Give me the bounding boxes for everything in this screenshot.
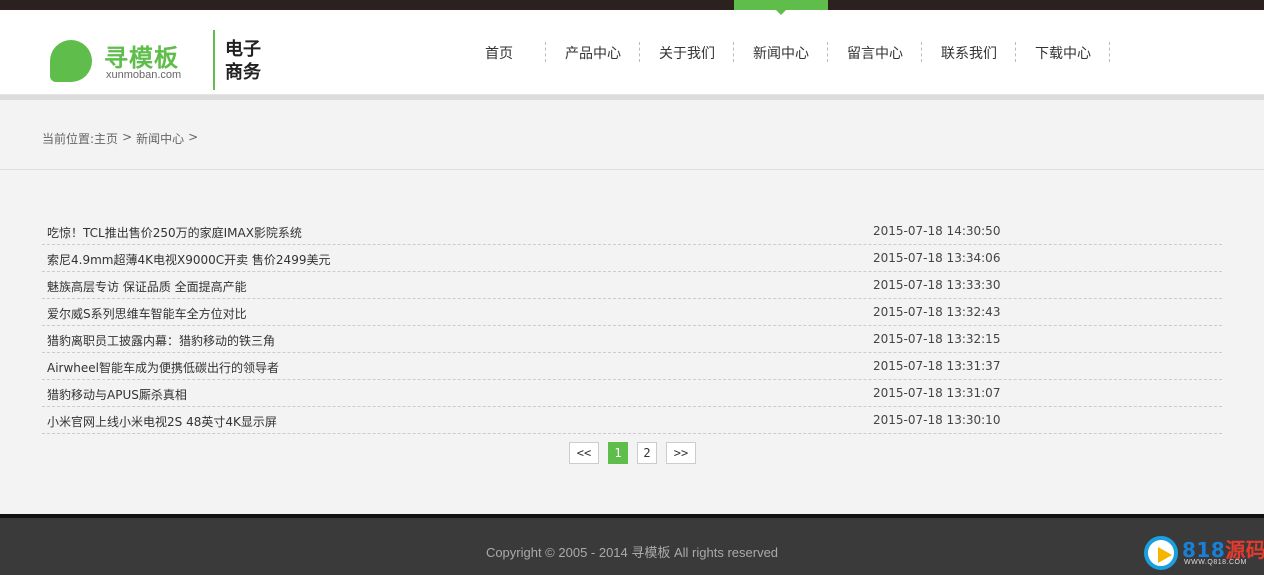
- breadcrumb: 当前位置:主页 > 新闻中心 >: [42, 130, 198, 147]
- page-1-button[interactable]: 1: [608, 442, 628, 464]
- site-logo[interactable]: 寻模板 xunmoban.com: [50, 38, 220, 86]
- list-item: 索尼4.9mm超薄4K电视X9000C开卖 售价2499美元 2015-07-18…: [42, 245, 1222, 272]
- next-page-button[interactable]: >>: [666, 442, 696, 464]
- main-nav: 首页 产品中心 关于我们 新闻中心 留言中心 联系我们 下载中心: [452, 0, 1110, 95]
- news-date: 2015-07-18 13:32:43: [873, 305, 1001, 319]
- nav-item-about[interactable]: 关于我们: [640, 10, 734, 95]
- list-item: 猎豹移动与APUS厮杀真相 2015-07-18 13:31:07: [42, 380, 1222, 407]
- list-item: 猎豹离职员工披露内幕：猎豹移动的铁三角 2015-07-18 13:32:15: [42, 326, 1222, 353]
- pagination: << 1 2 >>: [569, 442, 696, 464]
- news-title-link[interactable]: 猎豹移动与APUS厮杀真相: [47, 386, 187, 403]
- prev-page-button[interactable]: <<: [569, 442, 599, 464]
- news-date: 2015-07-18 13:34:06: [873, 251, 1001, 265]
- nav-item-downloads[interactable]: 下载中心: [1016, 10, 1110, 95]
- copyright-text: Copyright © 2005 - 2014 寻模板 All rights r…: [485, 545, 779, 560]
- news-title-link[interactable]: 小米官网上线小米电视2S 48英寸4K显示屏: [47, 413, 277, 430]
- nav-item-news[interactable]: 新闻中心: [734, 0, 828, 95]
- nav-item-home[interactable]: 首页: [452, 10, 546, 95]
- list-item: 魅族高层专访 保证品质 全面提高产能 2015-07-18 13:33:30: [42, 272, 1222, 299]
- watermark-logo: 818源码 WWW.Q818.COM: [1144, 536, 1264, 572]
- logo-domain: xunmoban.com: [106, 69, 182, 81]
- top-bar: [0, 0, 1264, 10]
- breadcrumb-current-link[interactable]: 新闻中心: [136, 130, 184, 147]
- news-date: 2015-07-18 13:32:15: [873, 332, 1001, 346]
- list-item: 小米官网上线小米电视2S 48英寸4K显示屏 2015-07-18 13:30:1…: [42, 407, 1222, 434]
- breadcrumb-prefix-text: 当前位置:: [42, 132, 95, 146]
- breadcrumb-home-link[interactable]: 主页: [94, 132, 118, 146]
- list-item: 爱尔威S系列思维车智能车全方位对比 2015-07-18 13:32:43: [42, 299, 1222, 326]
- nav-label: 关于我们: [659, 45, 715, 62]
- nav-label: 新闻中心: [753, 45, 809, 62]
- site-footer: Copyright © 2005 - 2014 寻模板 All rights r…: [0, 518, 1264, 575]
- logo-divider: [213, 30, 215, 90]
- news-date: 2015-07-18 13:31:07: [873, 386, 1001, 400]
- news-title-link[interactable]: 爱尔威S系列思维车智能车全方位对比: [47, 305, 247, 322]
- nav-item-products[interactable]: 产品中心: [546, 10, 640, 95]
- logo-text: 寻模板: [104, 44, 179, 72]
- watermark-url: WWW.Q818.COM: [1184, 559, 1247, 566]
- news-title-link[interactable]: 吃惊！TCL推出售价250万的家庭IMAX影院系统: [47, 224, 302, 241]
- breadcrumb-separator: >: [188, 130, 199, 144]
- nav-label: 下载中心: [1035, 45, 1091, 62]
- news-title-link[interactable]: Airwheel智能车成为便携低碳出行的领导者: [47, 359, 279, 376]
- news-title-link[interactable]: 索尼4.9mm超薄4K电视X9000C开卖 售价2499美元: [47, 251, 330, 268]
- news-title-link[interactable]: 魅族高层专访 保证品质 全面提高产能: [47, 278, 247, 295]
- nav-item-contact[interactable]: 联系我们: [922, 10, 1016, 95]
- breadcrumb-prefix: 当前位置:主页: [42, 130, 118, 147]
- nav-item-messages[interactable]: 留言中心: [828, 10, 922, 95]
- news-date: 2015-07-18 13:33:30: [873, 278, 1001, 292]
- nav-label: 产品中心: [565, 45, 621, 62]
- nav-label: 联系我们: [941, 45, 997, 62]
- logo-tagline: 电子商务: [225, 39, 261, 83]
- play-triangle-icon: [1158, 547, 1172, 563]
- nav-label: 留言中心: [847, 45, 903, 62]
- news-list: 吃惊！TCL推出售价250万的家庭IMAX影院系统 2015-07-18 14:3…: [42, 218, 1222, 434]
- list-item: 吃惊！TCL推出售价250万的家庭IMAX影院系统 2015-07-18 14:3…: [42, 218, 1222, 245]
- news-date: 2015-07-18 14:30:50: [873, 224, 1001, 238]
- breadcrumb-divider: [0, 169, 1264, 170]
- news-date: 2015-07-18 13:30:10: [873, 413, 1001, 427]
- list-item: Airwheel智能车成为便携低碳出行的领导者 2015-07-18 13:31:…: [42, 353, 1222, 380]
- nav-label: 首页: [485, 45, 513, 62]
- logo-bubble-icon: [50, 40, 92, 82]
- page-2-button[interactable]: 2: [637, 442, 657, 464]
- breadcrumb-separator: >: [122, 130, 133, 144]
- play-circle-icon: [1144, 536, 1178, 570]
- header-shadow: [0, 95, 1264, 100]
- active-caret-icon: [776, 10, 786, 15]
- news-date: 2015-07-18 13:31:37: [873, 359, 1001, 373]
- news-title-link[interactable]: 猎豹离职员工披露内幕：猎豹移动的铁三角: [47, 332, 275, 349]
